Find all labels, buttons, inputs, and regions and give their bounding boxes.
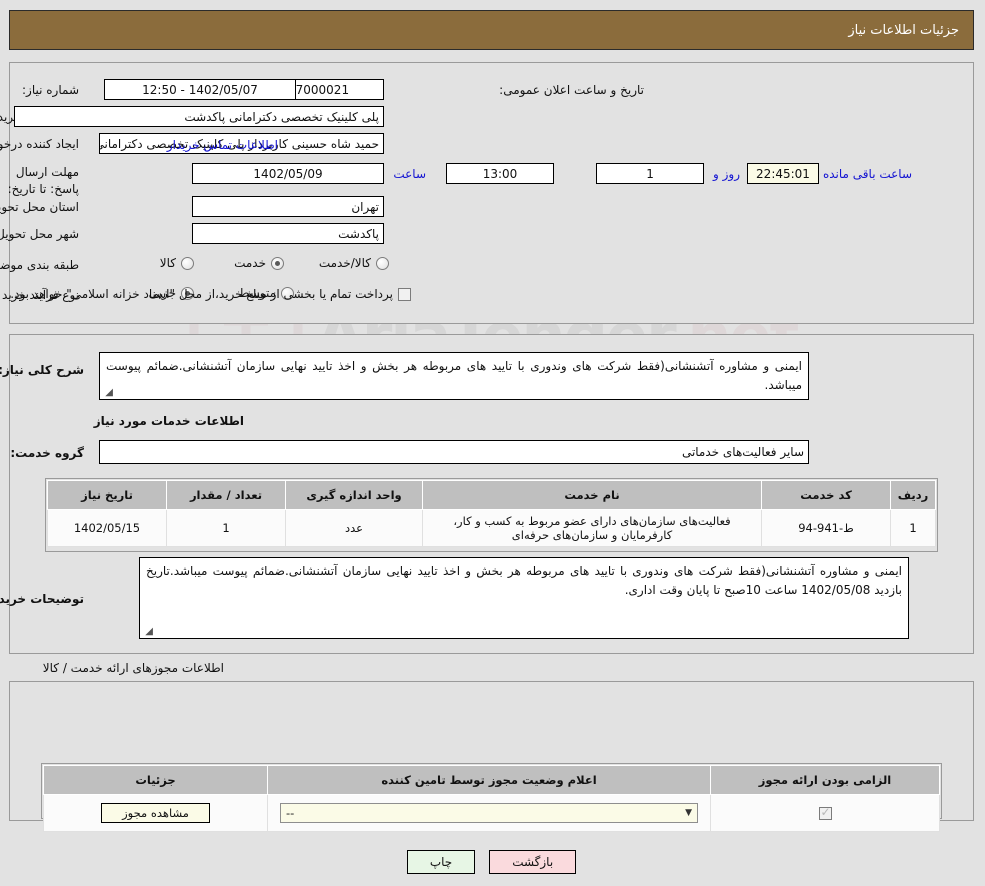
permits-table-wrap: الزامی بودن ارائه مجوز اعلام وضعیت مجوز …: [42, 763, 943, 819]
radio-indicator[interactable]: [377, 257, 390, 270]
service-group-field: سایر فعالیت‌های خدماتی: [100, 440, 810, 464]
cell-permit-required: [712, 795, 941, 832]
public-announce-label: تاریخ و ساعت اعلان عمومی:: [500, 83, 645, 97]
services-section-title: اطلاعات خدمات مورد نیاز: [95, 414, 245, 428]
radio-indicator[interactable]: [272, 257, 285, 270]
buyer-contact-link[interactable]: اطلاعات تماس خریدار: [168, 138, 279, 152]
buyer-org-field: پلی کلینیک تخصصی دکترامانی پاکدشت: [15, 106, 385, 127]
view-permit-button[interactable]: مشاهده مجوز: [102, 803, 211, 823]
permits-section-title: اطلاعات مجوزهای ارائه خدمت / کالا: [44, 661, 225, 675]
footer-button-bar: بازگشت چاپ: [0, 850, 985, 874]
deadline-label: مهلت ارسال پاسخ: تا تاریخ:: [2, 164, 80, 199]
treasury-bond-checkbox[interactable]: [399, 288, 412, 301]
cell-permit-details: مشاهده مجوز: [45, 795, 269, 832]
chevron-down-icon: ▼: [686, 808, 693, 818]
buyer-notes-textarea[interactable]: ایمنی و مشاوره آتشنشانی(فقط شرکت های وند…: [140, 557, 910, 639]
col-permit-status: اعلام وضعیت مجوز توسط تامین کننده: [269, 766, 712, 795]
deadline-hour-label: ساعت: [394, 167, 427, 181]
permits-table-header-row: الزامی بودن ارائه مجوز اعلام وضعیت مجوز …: [45, 766, 941, 795]
cell-row: 1: [892, 510, 937, 547]
buyer-notes-label: توضیحات خریدار:: [0, 592, 85, 606]
radio-indicator[interactable]: [182, 257, 195, 270]
col-name: نام خدمت: [424, 481, 763, 510]
need-description-label: شرح کلی نیاز:: [0, 363, 85, 377]
page-title: جزئیات اطلاعات نیاز: [849, 23, 960, 38]
remaining-days-field: 1: [597, 163, 705, 184]
remaining-time-label: ساعت باقی مانده: [824, 167, 913, 181]
col-permit-details: جزئیات: [45, 766, 269, 795]
table-row: 1 ط-941-94 فعالیت‌های سازمان‌های دارای ع…: [49, 510, 937, 547]
remaining-days-label: روز و: [714, 167, 741, 181]
deadline-time-field: 13:00: [447, 163, 555, 184]
print-button[interactable]: چاپ: [408, 850, 476, 874]
cell-qty: 1: [168, 510, 287, 547]
category-option-label: کالا/خدمت: [320, 256, 372, 270]
cell-permit-status: ▼ --: [269, 795, 712, 832]
col-row: ردیف: [892, 481, 937, 510]
treasury-bond-checkbox-row[interactable]: پرداخت تمام یا بخشی از مبلغ خرید،از محل …: [11, 287, 412, 301]
permits-table: الزامی بودن ارائه مجوز اعلام وضعیت مجوز …: [44, 765, 941, 832]
announce-date-box: 1402/05/07 - 12:50: [105, 79, 297, 100]
services-table: ردیف کد خدمت نام خدمت واحد اندازه گیری ت…: [48, 480, 937, 547]
need-number-label: شماره نیاز:: [23, 83, 80, 97]
col-date: تاریخ نیاز: [49, 481, 168, 510]
need-description-textarea[interactable]: ایمنی و مشاوره آتشنشانی(فقط شرکت های وند…: [100, 352, 810, 400]
col-permit-required: الزامی بودن ارائه مجوز: [712, 766, 941, 795]
treasury-bond-label: پرداخت تمام یا بخشی از مبلغ خرید،از محل …: [11, 287, 394, 301]
category-radio-kala-khedmat[interactable]: کالا/خدمت: [320, 256, 390, 270]
cell-date: 1402/05/15: [49, 510, 168, 547]
city-field: پاکدشت: [193, 223, 385, 244]
province-field: تهران: [193, 196, 385, 217]
service-group-label: گروه خدمت:: [11, 446, 85, 460]
resize-grip-icon[interactable]: ◢: [104, 388, 114, 398]
category-radio-khedmat[interactable]: خدمت: [235, 256, 285, 270]
page-title-bar: جزئیات اطلاعات نیاز: [10, 10, 975, 50]
category-label: طبقه بندی موضوعی:: [0, 258, 80, 272]
permit-required-checkbox: [820, 807, 833, 820]
requester-label: ایجاد کننده درخواست:: [0, 137, 80, 151]
col-code: کد خدمت: [763, 481, 892, 510]
buyer-notes-text: ایمنی و مشاوره آتشنشانی(فقط شرکت های وند…: [147, 564, 903, 597]
province-label: استان محل تحویل:: [0, 200, 80, 214]
remaining-time-field: 22:45:01: [748, 163, 820, 184]
resize-grip-icon[interactable]: ◢: [144, 627, 154, 637]
back-button[interactable]: بازگشت: [490, 850, 577, 874]
table-row: ▼ -- مشاهده مجوز: [45, 795, 941, 832]
cell-name: فعالیت‌های سازمان‌های دارای عضو مربوط به…: [424, 510, 763, 547]
services-table-header-row: ردیف کد خدمت نام خدمت واحد اندازه گیری ت…: [49, 481, 937, 510]
category-radio-kala[interactable]: کالا: [161, 256, 195, 270]
col-qty: تعداد / مقدار: [168, 481, 287, 510]
city-label: شهر محل تحویل:: [0, 227, 80, 241]
deadline-date-field: 1402/05/09: [193, 163, 385, 184]
cell-unit: عدد: [287, 510, 424, 547]
permit-status-dropdown[interactable]: ▼ --: [281, 803, 699, 823]
category-option-label: کالا: [161, 256, 177, 270]
cell-code: ط-941-94: [763, 510, 892, 547]
services-table-wrap: ردیف کد خدمت نام خدمت واحد اندازه گیری ت…: [46, 478, 939, 552]
summary-panel: [10, 62, 975, 324]
need-description-text: ایمنی و مشاوره آتشنشانی(فقط شرکت های وند…: [107, 359, 803, 392]
category-option-label: خدمت: [235, 256, 267, 270]
col-unit: واحد اندازه گیری: [287, 481, 424, 510]
permit-status-value: --: [287, 806, 295, 820]
